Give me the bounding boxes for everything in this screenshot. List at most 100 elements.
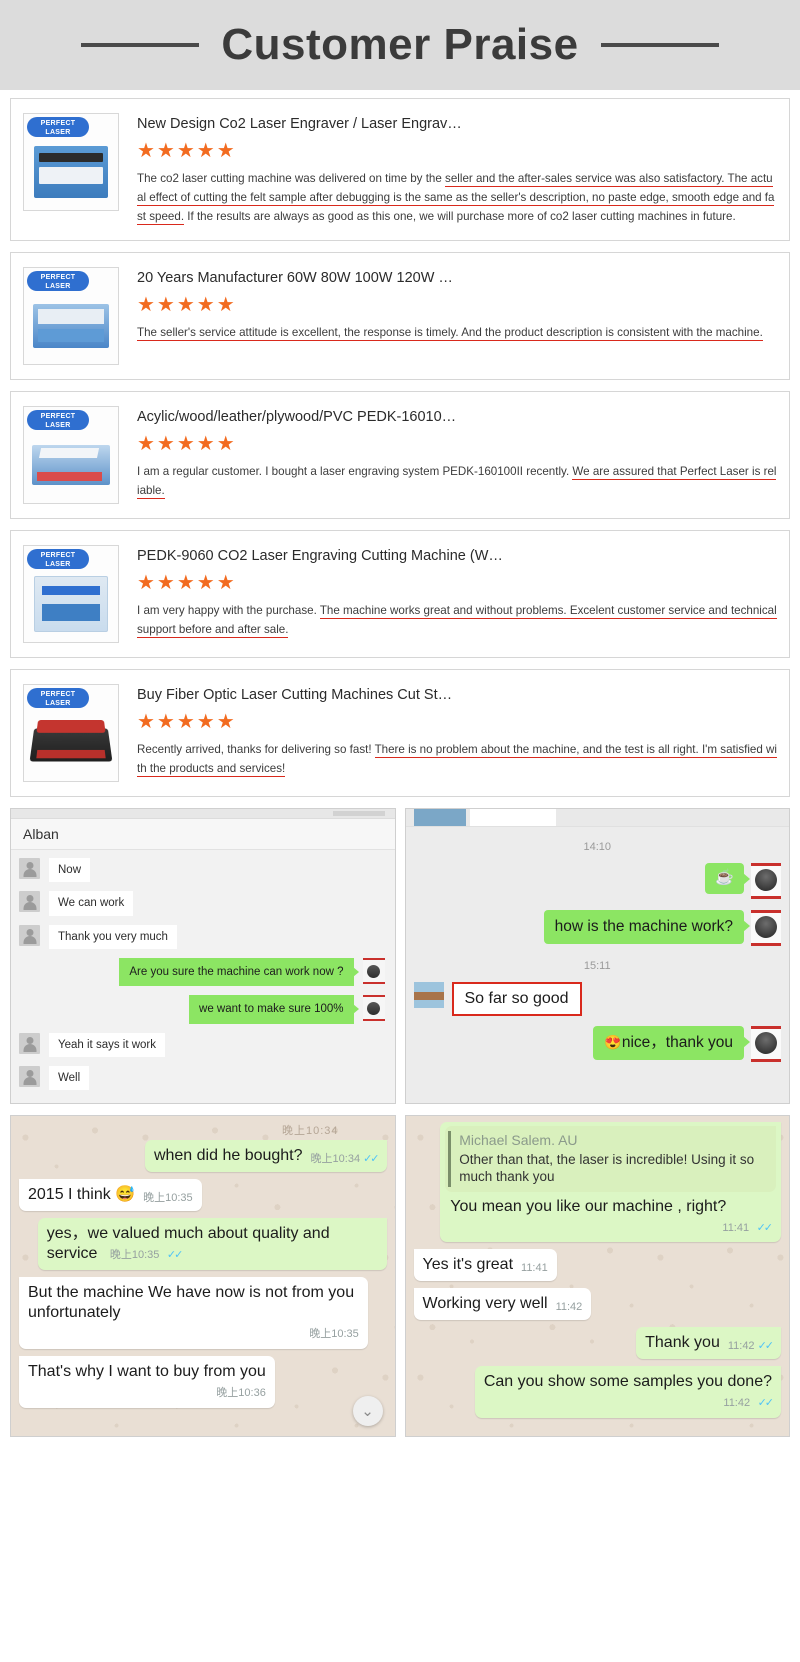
message-bubble: Can you show some samples you done? 11:4… xyxy=(474,1366,781,1419)
read-receipt-icon: ✓✓ xyxy=(757,1397,775,1410)
message-timestamp: 晚上10:35 xyxy=(309,1328,359,1341)
message-bubble-highlighted: So far so good xyxy=(451,982,582,1017)
read-receipt-icon: ✓✓ xyxy=(363,1152,380,1165)
message-bubble: Working very well 11:42 xyxy=(413,1288,592,1321)
header-rule-left xyxy=(81,43,200,47)
avatar-icon xyxy=(751,863,781,900)
chat-message-incoming: Yes it's great 11:41 xyxy=(413,1249,782,1282)
scroll-to-bottom-button[interactable]: ⌄ xyxy=(352,1396,383,1427)
chat-window-titlebar xyxy=(11,809,395,820)
chat-message-incoming: Working very well 11:42 xyxy=(413,1288,782,1321)
review-card[interactable]: PERFECT LASER New Design Co2 Laser Engra… xyxy=(10,98,790,242)
review-product-title[interactable]: New Design Co2 Laser Engraver / Laser En… xyxy=(137,116,777,132)
review-text: The co2 laser cutting machine was delive… xyxy=(137,170,777,226)
review-text: I am a regular customer. I bought a lase… xyxy=(137,463,777,501)
message-bubble: Well xyxy=(49,1066,90,1091)
review-card[interactable]: PERFECT LASER 20 Years Manufacturer 60W … xyxy=(10,252,790,381)
chat-contact-name: Alban xyxy=(11,819,395,851)
product-thumbnail[interactable]: PERFECT LASER xyxy=(23,267,119,366)
review-card[interactable]: PERFECT LASER PEDK-9060 CO2 Laser Engrav… xyxy=(10,530,790,659)
chat-message-outgoing: yes，we valued much about quality and ser… xyxy=(19,1218,387,1271)
review-text: I am very happy with the purchase. The m… xyxy=(137,602,777,640)
avatar-icon xyxy=(19,924,40,946)
product-thumbnail[interactable]: PERFECT LASER xyxy=(23,684,119,783)
chat-message-incoming: Now xyxy=(19,858,387,883)
chat-timestamp-partial: 晚上10:34 xyxy=(281,1125,339,1138)
machine-illustration xyxy=(32,296,110,358)
review-text-part: I am very happy with the purchase. xyxy=(137,604,320,618)
message-timestamp: 晚上10:34 xyxy=(310,1152,361,1165)
rating-stars: ★★★★★ xyxy=(137,711,237,734)
rating-stars: ★★★★★ xyxy=(137,433,237,456)
chat-screenshot-row-1: Alban Now We can work Thank you very muc… xyxy=(0,808,800,1115)
quote-block: Michael Salem. AU Other than that, the l… xyxy=(445,1126,776,1193)
machine-illustration xyxy=(29,713,113,775)
message-bubble: yes，we valued much about quality and ser… xyxy=(37,1218,387,1271)
rating-stars: ★★★★★ xyxy=(137,140,237,162)
page-title: Customer Praise xyxy=(221,20,579,69)
product-thumbnail[interactable]: PERFECT LASER xyxy=(23,406,119,505)
message-text: Can you show some samples you done? xyxy=(483,1373,772,1391)
review-product-title[interactable]: 20 Years Manufacturer 60W 80W 100W 120W … xyxy=(137,270,777,286)
message-text: when did he bought? xyxy=(153,1147,303,1165)
brand-badge: PERFECT LASER xyxy=(27,117,89,137)
avatar-icon xyxy=(19,1032,40,1054)
chat-message-incoming: That's why I want to buy from you 晚上10:3… xyxy=(19,1356,387,1409)
message-text: 2015 I think 😅 xyxy=(28,1186,136,1204)
message-timestamp: 11:42 xyxy=(723,1397,751,1410)
avatar-icon xyxy=(19,1066,40,1088)
review-text-part: If the results are always as good as thi… xyxy=(184,209,736,223)
message-bubble: Are you sure the machine can work now ? xyxy=(119,957,359,987)
machine-illustration xyxy=(32,574,110,636)
avatar-icon xyxy=(362,995,385,1022)
avatar-icon xyxy=(751,910,781,947)
review-text: Recently arrived, thanks for delivering … xyxy=(137,741,777,779)
avatar-icon xyxy=(751,1026,781,1063)
message-text: Yes it's great xyxy=(422,1256,514,1274)
message-bubble: how is the machine work? xyxy=(543,910,751,944)
review-product-title[interactable]: PEDK-9060 CO2 Laser Engraving Cutting Ma… xyxy=(137,548,777,564)
quote-text: Other than that, the laser is incredible… xyxy=(459,1151,755,1185)
chat-message-incoming: Yeah it says it work xyxy=(19,1032,387,1058)
read-receipt-icon: ✓✓ xyxy=(756,1222,774,1235)
review-card[interactable]: PERFECT LASER Acylic/wood/leather/plywoo… xyxy=(10,391,790,520)
message-text: Thank you xyxy=(645,1334,720,1352)
chat-message-outgoing: Are you sure the machine can work now ? xyxy=(19,957,387,987)
heart-eyes-emoji-icon: 😍 xyxy=(604,1034,622,1051)
message-bubble: when did he bought? 晚上10:34 ✓✓ xyxy=(144,1140,387,1173)
chat-message-outgoing: Thank you 11:42 ✓✓ xyxy=(414,1327,781,1360)
message-text: nice，thank you xyxy=(621,1034,733,1052)
machine-illustration xyxy=(32,142,110,204)
avatar-icon xyxy=(362,957,385,984)
message-text: But the machine We have now is not from … xyxy=(28,1284,355,1322)
review-product-title[interactable]: Buy Fiber Optic Laser Cutting Machines C… xyxy=(137,687,777,703)
message-bubble: That's why I want to buy from you 晚上10:3… xyxy=(19,1356,275,1409)
product-thumbnail[interactable]: PERFECT LASER xyxy=(23,113,119,211)
message-bubble: Thank you very much xyxy=(49,924,177,949)
alibaba-chat-screenshot: Alban Now We can work Thank you very muc… xyxy=(10,808,396,1105)
message-bubble: 😍nice，thank you xyxy=(593,1026,750,1060)
message-bubble: 2015 I think 😅 晚上10:35 xyxy=(19,1179,202,1212)
chat-message-incoming: Well xyxy=(19,1066,387,1091)
message-bubble: Yes it's great 11:41 xyxy=(413,1249,557,1282)
message-bubble: We can work xyxy=(49,891,134,916)
chat-message-incoming: So far so good xyxy=(413,982,790,1017)
brand-badge: PERFECT LASER xyxy=(27,549,89,570)
chat-message-incoming: But the machine We have now is not from … xyxy=(19,1277,387,1350)
whatsapp-chat-screenshot-right: Michael Salem. AU Other than that, the l… xyxy=(404,1115,790,1438)
chat-message-outgoing: 😍nice，thank you xyxy=(406,1026,781,1063)
message-bubble: Yeah it says it work xyxy=(49,1032,166,1058)
message-timestamp: 11:41 xyxy=(722,1222,750,1235)
contact-thumbnail xyxy=(413,982,444,1009)
chat-window-titlebar xyxy=(405,809,789,828)
rating-stars: ★★★★★ xyxy=(137,572,237,595)
message-timestamp: 晚上10:35 xyxy=(109,1249,160,1262)
message-timestamp: 11:42 xyxy=(555,1300,583,1313)
review-product-title[interactable]: Acylic/wood/leather/plywood/PVC PEDK-160… xyxy=(137,409,777,425)
chat-message-list: Now We can work Thank you very much Are … xyxy=(11,850,395,1091)
review-list: PERFECT LASER New Design Co2 Laser Engra… xyxy=(0,90,800,798)
review-card[interactable]: PERFECT LASER Buy Fiber Optic Laser Cutt… xyxy=(10,669,790,798)
chat-timestamp: 14:10 xyxy=(583,841,612,854)
product-thumbnail[interactable]: PERFECT LASER xyxy=(23,545,119,644)
review-text-part: The co2 laser cutting machine was delive… xyxy=(137,172,446,185)
